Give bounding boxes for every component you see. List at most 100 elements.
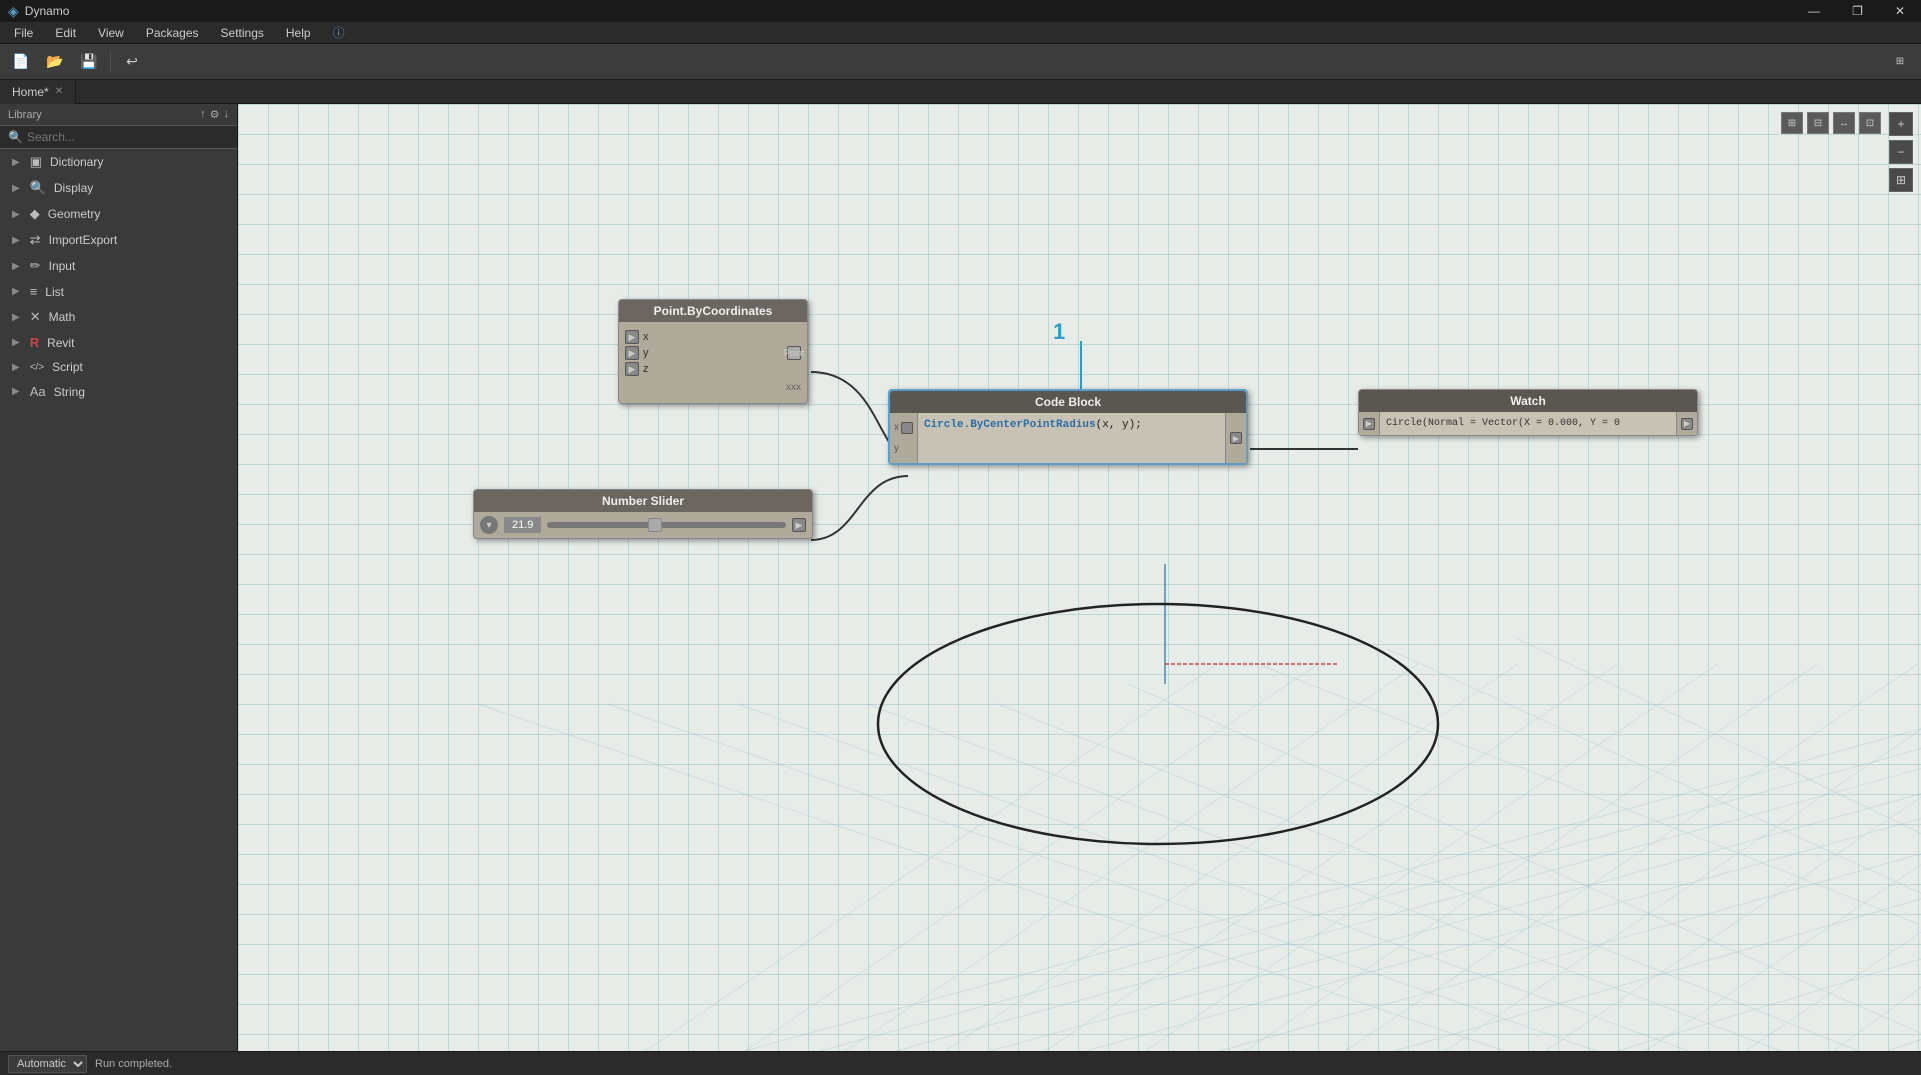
watch-output-area: Circle(Normal = Vector(X = 0.000, Y = 0	[1380, 412, 1676, 435]
sidebar-item-string[interactable]: ▶ Aa String	[0, 379, 237, 404]
canvas-3d-icon-button[interactable]: ⊞	[1781, 112, 1803, 134]
node-codeblock-code[interactable]: Circle.ByCenterPointRadius(x, y);	[918, 413, 1225, 463]
app-title: Dynamo	[25, 4, 70, 18]
node-point-header: Point.ByCoordinates	[619, 300, 807, 322]
sidebar-item-dictionary[interactable]: ▶ ▣ Dictionary	[0, 149, 237, 175]
library-header: Library ↑ ⚙ ↓	[0, 104, 237, 126]
background-toggle-button[interactable]: ⊞	[1887, 49, 1913, 75]
menu-file[interactable]: File	[4, 24, 43, 42]
status-text: Run completed.	[95, 1058, 172, 1070]
tab-close-icon[interactable]: ✕	[55, 86, 63, 97]
library-expand-icon[interactable]: ↑	[200, 108, 206, 121]
menu-view[interactable]: View	[88, 24, 134, 42]
port-y-label: y	[639, 347, 653, 359]
sidebar-item-label: String	[54, 385, 85, 399]
maximize-button[interactable]: ❐	[1844, 2, 1871, 20]
expand-arrow-icon: ▶	[12, 261, 20, 272]
port-y-button[interactable]: ▶	[625, 346, 639, 360]
menu-edit[interactable]: Edit	[45, 24, 86, 42]
save-file-button[interactable]: 💾	[76, 49, 102, 75]
menu-help[interactable]: Help	[276, 24, 321, 42]
sidebar-item-revit[interactable]: ▶ R Revit	[0, 330, 237, 355]
expand-arrow-icon: ▶	[12, 183, 20, 194]
menu-packages[interactable]: Packages	[136, 24, 209, 42]
new-file-button[interactable]: 📄	[8, 49, 34, 75]
sidebar-item-label: Geometry	[48, 207, 101, 221]
grid-background	[238, 104, 1921, 1051]
sidebar-item-geometry[interactable]: ▶ ◆ Geometry	[0, 201, 237, 227]
sidebar-item-label: Script	[52, 360, 83, 374]
canvas-2d-icon-button[interactable]: ⊟	[1807, 112, 1829, 134]
port-x2-button[interactable]	[901, 422, 913, 434]
titlebar-app-name: ◈ Dynamo	[8, 3, 69, 20]
dictionary-icon: ▣	[30, 154, 42, 170]
slider-thumb[interactable]	[648, 518, 662, 532]
script-icon: </>	[30, 362, 44, 373]
titlebar-controls: — ❐ ✕	[1800, 2, 1913, 20]
node-codeblock-content: x y Circle.ByCenterPointRadius(x, y); ▶	[890, 413, 1246, 463]
node-code-block[interactable]: Code Block x y Circle.ByCenterPointRadiu…	[888, 389, 1248, 465]
canvas[interactable]: 1 Point.ByCoordinates ▶ x ▶ y Point ▶ z …	[238, 104, 1921, 1051]
port-row-y: ▶ y Point	[625, 346, 801, 360]
run-mode-select[interactable]: Automatic	[8, 1055, 87, 1073]
codeblock-inputs: x y	[890, 413, 918, 463]
slider-chevron-button[interactable]: ▾	[480, 516, 498, 534]
canvas-background-button[interactable]: ⊡	[1859, 112, 1881, 134]
sidebar-item-label: Revit	[47, 336, 74, 350]
sidebar-item-list[interactable]: ▶ ≡ List	[0, 279, 237, 304]
canvas-top-right-icons: ⊞ ⊟ ↔ ⊡	[1781, 112, 1881, 134]
library-collapse-icon[interactable]: ↓	[224, 108, 230, 121]
watch-out-button[interactable]: ▶	[1681, 418, 1693, 430]
code-params-span: (x, y);	[1096, 419, 1142, 431]
search-input[interactable]	[27, 130, 229, 144]
sidebar: Library ↑ ⚙ ↓ 🔍 ▶ ▣ Dictionary ▶ 🔍 Displ…	[0, 104, 238, 1051]
zoom-out-button[interactable]: −	[1889, 140, 1913, 164]
sidebar-item-math[interactable]: ▶ ✕ Math	[0, 304, 237, 330]
input-icon: ✏	[30, 258, 41, 274]
port-z-button[interactable]: ▶	[625, 362, 639, 376]
toolbar: 📄 📂 💾 ↩ ⊞	[0, 44, 1921, 80]
sidebar-item-label: Input	[49, 259, 76, 273]
node-slider-body: ▾ 21.9 ▶	[474, 512, 812, 538]
fit-view-button[interactable]: ⊞	[1889, 168, 1913, 192]
sidebar-item-label: Math	[49, 310, 76, 324]
port-y2-label: y	[894, 443, 899, 454]
library-settings-icon[interactable]: ⚙	[210, 108, 220, 121]
port-point-out-button[interactable]: Point	[787, 346, 801, 360]
sidebar-item-importexport[interactable]: ▶ ⇄ ImportExport	[0, 227, 237, 253]
slider-track[interactable]	[547, 522, 786, 528]
watch-in-button[interactable]: ▶	[1363, 418, 1375, 430]
tab-label: Home*	[12, 85, 49, 99]
sidebar-item-display[interactable]: ▶ 🔍 Display	[0, 175, 237, 201]
slider-out-button[interactable]: ▶	[792, 518, 806, 532]
sidebar-item-input[interactable]: ▶ ✏ Input	[0, 253, 237, 279]
sidebar-item-script[interactable]: ▶ </> Script	[0, 355, 237, 379]
menu-settings[interactable]: Settings	[211, 24, 274, 42]
sidebar-item-label: Display	[54, 181, 93, 195]
node-watch[interactable]: Watch ▶ Circle(Normal = Vector(X = 0.000…	[1358, 389, 1698, 436]
canvas-fullscreen-button[interactable]: ↔	[1833, 112, 1855, 134]
sidebar-item-label: ImportExport	[49, 233, 118, 247]
node-number-slider[interactable]: Number Slider ▾ 21.9 ▶	[473, 489, 813, 539]
statusbar: Automatic Run completed.	[0, 1051, 1921, 1075]
revit-icon: R	[30, 335, 39, 350]
tab-home[interactable]: Home* ✕	[0, 80, 76, 104]
watch-output-port: ▶	[1676, 412, 1697, 435]
node-point-by-coordinates[interactable]: Point.ByCoordinates ▶ x ▶ y Point ▶ z xx…	[618, 299, 808, 404]
menu-info-icon[interactable]: ⓘ	[323, 22, 355, 43]
minimize-button[interactable]: —	[1800, 2, 1828, 20]
math-icon: ✕	[30, 309, 41, 325]
zoom-in-button[interactable]: +	[1889, 112, 1913, 136]
expand-arrow-icon: ▶	[12, 235, 20, 246]
codeblock-out-button[interactable]: ▶	[1230, 432, 1242, 444]
open-file-button[interactable]: 📂	[42, 49, 68, 75]
tabbar: Home* ✕	[0, 80, 1921, 104]
list-icon: ≡	[30, 284, 38, 299]
port-x-button[interactable]: ▶	[625, 330, 639, 344]
node-codeblock-header: Code Block	[890, 391, 1246, 413]
string-icon: Aa	[30, 384, 46, 399]
expand-arrow-icon: ▶	[12, 286, 20, 297]
undo-button[interactable]: ↩	[119, 49, 145, 75]
expand-arrow-icon: ▶	[12, 362, 20, 373]
close-button[interactable]: ✕	[1887, 2, 1913, 20]
